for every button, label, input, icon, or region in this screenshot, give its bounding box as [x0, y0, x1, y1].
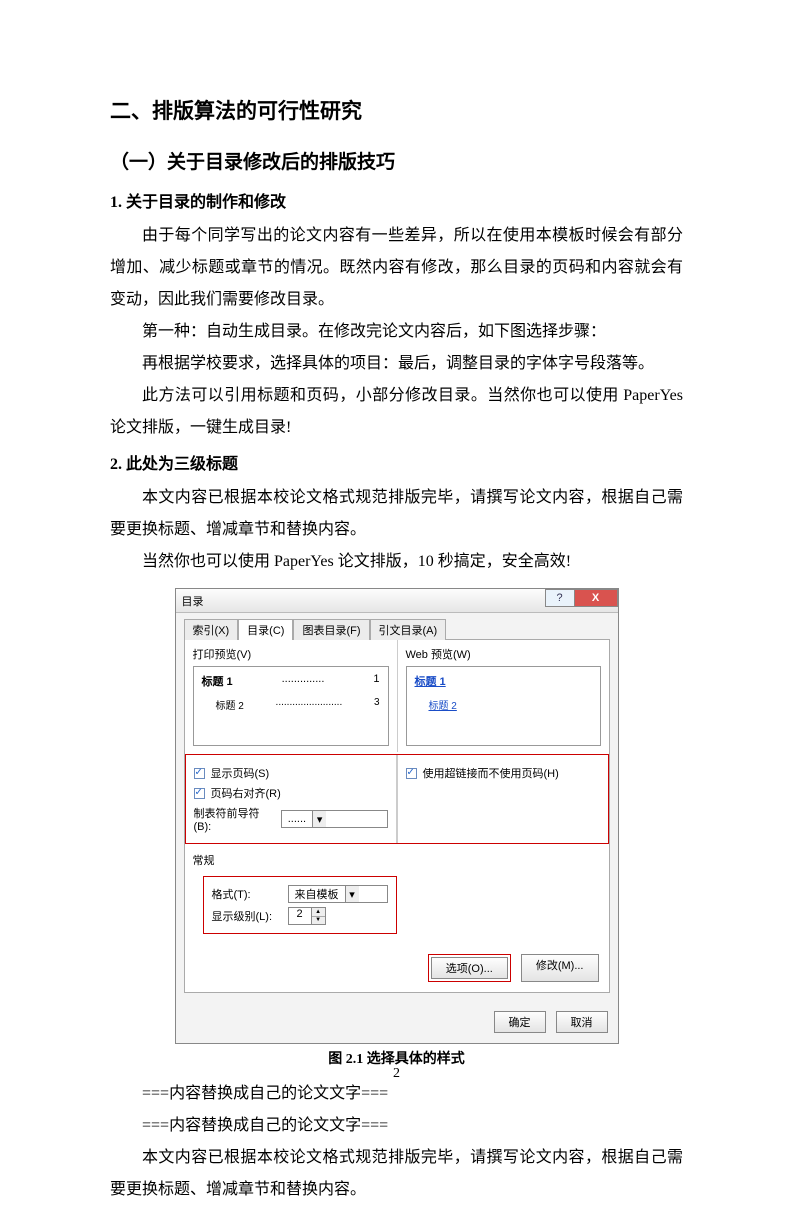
close-button[interactable]: X: [574, 589, 618, 607]
dialog-screenshot: 目录 ? X 索引(X) 目录(C) 图表目录(F) 引文目录(A) 打印预览(…: [175, 588, 619, 1044]
tab-index[interactable]: 索引(X): [184, 619, 239, 640]
dialog-title: 目录: [182, 593, 204, 609]
page-number: 2: [0, 1066, 793, 1082]
para-1: 由于每个同学写出的论文内容有一些差异，所以在使用本模板时候会有部分增加、减少标题…: [110, 220, 683, 316]
preview-r1[interactable]: 标题 1: [415, 673, 592, 689]
chevron-down-icon: ▾: [345, 886, 359, 902]
format-value: 来自模板: [289, 886, 345, 902]
chk-hyperlink[interactable]: [406, 768, 417, 779]
format-label: 格式(T):: [212, 886, 282, 902]
preview-r2[interactable]: 标题 2: [415, 697, 592, 712]
web-preview-label: Web 预览(W): [406, 646, 601, 662]
help-button[interactable]: ?: [545, 589, 575, 607]
chk-hyperlink-label: 使用超链接而不使用页码(H): [423, 765, 559, 781]
tab-leader-dropdown[interactable]: ...... ▾: [281, 810, 388, 828]
modify-button[interactable]: 修改(M)...: [521, 954, 599, 982]
print-preview-box: 标题 1..............1 标题 2................…: [193, 666, 389, 746]
para-4: 此方法可以引用标题和页码，小部分修改目录。当然你也可以使用 PaperYes 论…: [110, 380, 683, 444]
chk-show-page-label: 显示页码(S): [211, 765, 270, 781]
options-button[interactable]: 选项(O)...: [431, 957, 508, 979]
format-dropdown[interactable]: 来自模板 ▾: [288, 885, 388, 903]
level-spinner[interactable]: 2 ▲▼: [288, 907, 326, 925]
spin-up-icon[interactable]: ▲: [312, 908, 325, 917]
para-9: 本文内容已根据本校论文格式规范排版完毕，请撰写论文内容，根据自己需要更换标题、增…: [110, 1142, 683, 1206]
preview-l1: 标题 1: [202, 673, 233, 689]
dialog-titlebar: 目录 ? X: [176, 589, 618, 613]
para-7: ===内容替换成自己的论文文字===: [110, 1078, 683, 1110]
para-5: 本文内容已根据本校论文格式规范排版完毕，请撰写论文内容，根据自己需要更换标题、增…: [110, 482, 683, 546]
general-label: 常规: [193, 852, 601, 868]
level-value: 2: [289, 908, 311, 924]
para-6: 当然你也可以使用 PaperYes 论文排版，10 秒搞定，安全高效!: [110, 546, 683, 578]
chevron-down-icon: ▾: [312, 811, 326, 827]
para-3: 再根据学校要求，选择具体的项目：最后，调整目录的字体字号段落等。: [110, 348, 683, 380]
level-label: 显示级别(L):: [212, 908, 282, 924]
cancel-button[interactable]: 取消: [556, 1011, 608, 1033]
para-2: 第一种：自动生成目录。在修改完论文内容后，如下图选择步骤：: [110, 316, 683, 348]
figure-caption: 图 2.1 选择具体的样式: [110, 1048, 683, 1068]
tab-figures[interactable]: 图表目录(F): [293, 619, 369, 640]
chk-show-page[interactable]: [194, 768, 205, 779]
tab-leader-label: 制表符前导符(B):: [194, 805, 275, 833]
tab-citations[interactable]: 引文目录(A): [370, 619, 447, 640]
web-preview-box: 标题 1 标题 2: [406, 666, 601, 746]
dialog-tabs: 索引(X) 目录(C) 图表目录(F) 引文目录(A): [176, 613, 618, 640]
heading-level-1: 二、排版算法的可行性研究: [110, 95, 683, 125]
preview-l1-pg: 1: [373, 673, 379, 689]
ok-button[interactable]: 确定: [494, 1011, 546, 1033]
preview-l2-pg: 3: [374, 697, 380, 712]
tab-leader-value: ......: [282, 813, 312, 825]
tab-toc[interactable]: 目录(C): [238, 619, 293, 640]
para-8: ===内容替换成自己的论文文字===: [110, 1110, 683, 1142]
heading-level-3-b: 2. 此处为三级标题: [110, 450, 683, 474]
heading-level-3-a: 1. 关于目录的制作和修改: [110, 188, 683, 212]
heading-level-2: （一）关于目录修改后的排版技巧: [110, 147, 683, 174]
chk-right-align[interactable]: [194, 788, 205, 799]
print-preview-label: 打印预览(V): [193, 646, 389, 662]
spin-down-icon[interactable]: ▼: [312, 917, 325, 925]
chk-right-align-label: 页码右对齐(R): [211, 785, 281, 801]
preview-l2: 标题 2: [216, 697, 244, 712]
